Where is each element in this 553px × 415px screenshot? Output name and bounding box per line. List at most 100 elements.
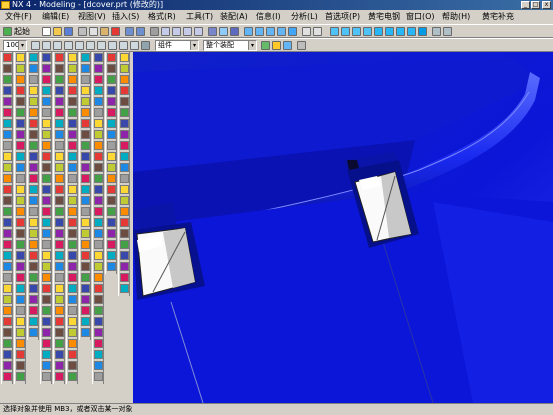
palette-tool-icon[interactable]	[29, 97, 38, 106]
palette-tool-icon[interactable]	[42, 75, 51, 84]
palette-tool-icon[interactable]	[107, 53, 116, 62]
palette-tool-icon[interactable]	[29, 53, 38, 62]
new-file-icon[interactable]	[42, 27, 51, 36]
palette-tool-icon[interactable]	[16, 229, 25, 238]
cube-view-4-icon[interactable]	[363, 27, 372, 36]
menu-assemblies[interactable]: 装配(A)	[218, 10, 250, 24]
palette-tool-icon[interactable]	[29, 86, 38, 95]
select-filter-1-icon[interactable]	[31, 41, 40, 50]
plus-add-icon[interactable]	[261, 41, 270, 50]
palette-tool-icon[interactable]	[42, 273, 51, 282]
palette-tool-icon[interactable]	[120, 262, 129, 271]
graphics-viewport[interactable]	[133, 52, 553, 403]
palette-tool-icon[interactable]	[29, 119, 38, 128]
palette-tool-icon[interactable]	[42, 317, 51, 326]
palette-tool-icon[interactable]	[16, 152, 25, 161]
palette-tool-icon[interactable]	[55, 53, 64, 62]
palette-tool-icon[interactable]	[120, 108, 129, 117]
palette-tool-icon[interactable]	[42, 295, 51, 304]
palette-tool-icon[interactable]	[3, 229, 12, 238]
palette-tool-icon[interactable]	[55, 317, 64, 326]
open-folder-icon[interactable]	[53, 27, 62, 36]
palette-tool-icon[interactable]	[120, 130, 129, 139]
palette-tool-icon[interactable]	[68, 284, 77, 293]
palette-tool-icon[interactable]	[42, 108, 51, 117]
palette-tool-icon[interactable]	[3, 64, 12, 73]
palette-tool-icon[interactable]	[55, 339, 64, 348]
palette-tool-icon[interactable]	[107, 185, 116, 194]
palette-tool-icon[interactable]	[107, 75, 116, 84]
palette-tool-icon[interactable]	[3, 317, 12, 326]
zoom-level-select[interactable]: 100 ▾	[3, 40, 27, 51]
pan-icon[interactable]	[183, 27, 192, 36]
cube-view-8-icon[interactable]	[407, 27, 416, 36]
palette-tool-icon[interactable]	[107, 163, 116, 172]
palette-tool-icon[interactable]	[3, 119, 12, 128]
menu-custom-supplement[interactable]: 黄宅补充	[480, 10, 516, 24]
palette-tool-icon[interactable]	[68, 130, 77, 139]
palette-tool-icon[interactable]	[94, 361, 103, 370]
selection-scope-select[interactable]: 整个装配 ▾	[203, 40, 257, 51]
palette-tool-icon[interactable]	[120, 75, 129, 84]
palette-tool-icon[interactable]	[107, 64, 116, 73]
palette-tool-icon[interactable]	[42, 119, 51, 128]
palette-tool-icon[interactable]	[68, 229, 77, 238]
palette-tool-icon[interactable]	[94, 218, 103, 227]
snap-point-icon[interactable]	[297, 41, 306, 50]
type-filter-icon[interactable]	[141, 41, 150, 50]
palette-tool-icon[interactable]	[81, 108, 90, 117]
palette-tool-icon[interactable]	[42, 229, 51, 238]
palette-tool-icon[interactable]	[3, 284, 12, 293]
palette-tool-icon[interactable]	[94, 284, 103, 293]
palette-tool-icon[interactable]	[55, 361, 64, 370]
palette-tool-icon[interactable]	[81, 97, 90, 106]
palette-tool-icon[interactable]	[29, 196, 38, 205]
palette-tool-icon[interactable]	[94, 317, 103, 326]
palette-tool-icon[interactable]	[3, 339, 12, 348]
palette-tool-icon[interactable]	[29, 229, 38, 238]
palette-tool-icon[interactable]	[55, 152, 64, 161]
palette-tool-icon[interactable]	[3, 174, 12, 183]
select-filter-10-icon[interactable]	[130, 41, 139, 50]
menu-custom-tools[interactable]: 黄宅电钢	[366, 10, 402, 24]
palette-tool-icon[interactable]	[68, 119, 77, 128]
cut-icon[interactable]	[78, 27, 87, 36]
palette-tool-icon[interactable]	[107, 130, 116, 139]
fit-view-icon[interactable]	[161, 27, 170, 36]
palette-tool-icon[interactable]	[16, 361, 25, 370]
palette-tool-icon[interactable]	[68, 251, 77, 260]
palette-tool-icon[interactable]	[55, 163, 64, 172]
copy-icon[interactable]	[89, 27, 98, 36]
close-button[interactable]: x	[542, 1, 551, 9]
front-view-icon[interactable]	[244, 27, 253, 36]
palette-tool-icon[interactable]	[81, 328, 90, 337]
palette-tool-icon[interactable]	[29, 174, 38, 183]
palette-tool-icon[interactable]	[16, 97, 25, 106]
palette-tool-icon[interactable]	[55, 262, 64, 271]
palette-tool-icon[interactable]	[42, 284, 51, 293]
menu-information[interactable]: 信息(I)	[254, 10, 283, 24]
select-filter-4-icon[interactable]	[64, 41, 73, 50]
palette-tool-icon[interactable]	[42, 207, 51, 216]
palette-tool-icon[interactable]	[29, 306, 38, 315]
palette-tool-icon[interactable]	[68, 53, 77, 62]
palette-tool-icon[interactable]	[3, 163, 12, 172]
palette-tool-icon[interactable]	[55, 273, 64, 282]
palette-tool-icon[interactable]	[55, 141, 64, 150]
palette-tool-icon[interactable]	[42, 86, 51, 95]
palette-tool-icon[interactable]	[68, 361, 77, 370]
palette-tool-icon[interactable]	[16, 295, 25, 304]
palette-tool-icon[interactable]	[55, 119, 64, 128]
palette-tool-icon[interactable]	[107, 229, 116, 238]
palette-tool-icon[interactable]	[81, 273, 90, 282]
palette-tool-icon[interactable]	[107, 251, 116, 260]
palette-tool-icon[interactable]	[29, 328, 38, 337]
palette-tool-icon[interactable]	[68, 196, 77, 205]
palette-tool-icon[interactable]	[3, 262, 12, 271]
palette-tool-icon[interactable]	[68, 262, 77, 271]
palette-tool-icon[interactable]	[68, 207, 77, 216]
palette-tool-icon[interactable]	[55, 251, 64, 260]
palette-tool-icon[interactable]	[3, 185, 12, 194]
palette-tool-icon[interactable]	[3, 108, 12, 117]
palette-tool-icon[interactable]	[94, 53, 103, 62]
